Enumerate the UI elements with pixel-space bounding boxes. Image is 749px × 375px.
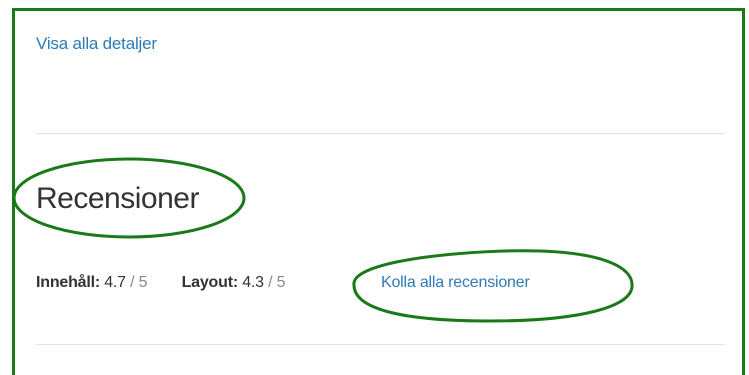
ratings-row: Innehåll: 4.7 / 5 Layout: 4.3 / 5 [36, 274, 286, 292]
content-rating-label: Innehåll: [36, 274, 100, 291]
layout-rating-score: 4.3 [242, 274, 264, 291]
content-rating: Innehåll: 4.7 / 5 [36, 274, 148, 292]
section-divider [36, 344, 725, 345]
all-reviews-link[interactable]: Kolla alla recensioner [381, 274, 530, 292]
content-rating-score: 4.7 [104, 274, 126, 291]
layout-rating-label: Layout: [181, 274, 239, 291]
show-all-details-link[interactable]: Visa alla detaljer [36, 34, 157, 54]
section-divider [36, 133, 725, 134]
layout-rating: Layout: 4.3 / 5 [182, 274, 286, 292]
content-rating-max: / 5 [125, 274, 148, 291]
reviews-heading: Recensioner [36, 182, 199, 215]
layout-rating-max: / 5 [263, 274, 286, 291]
